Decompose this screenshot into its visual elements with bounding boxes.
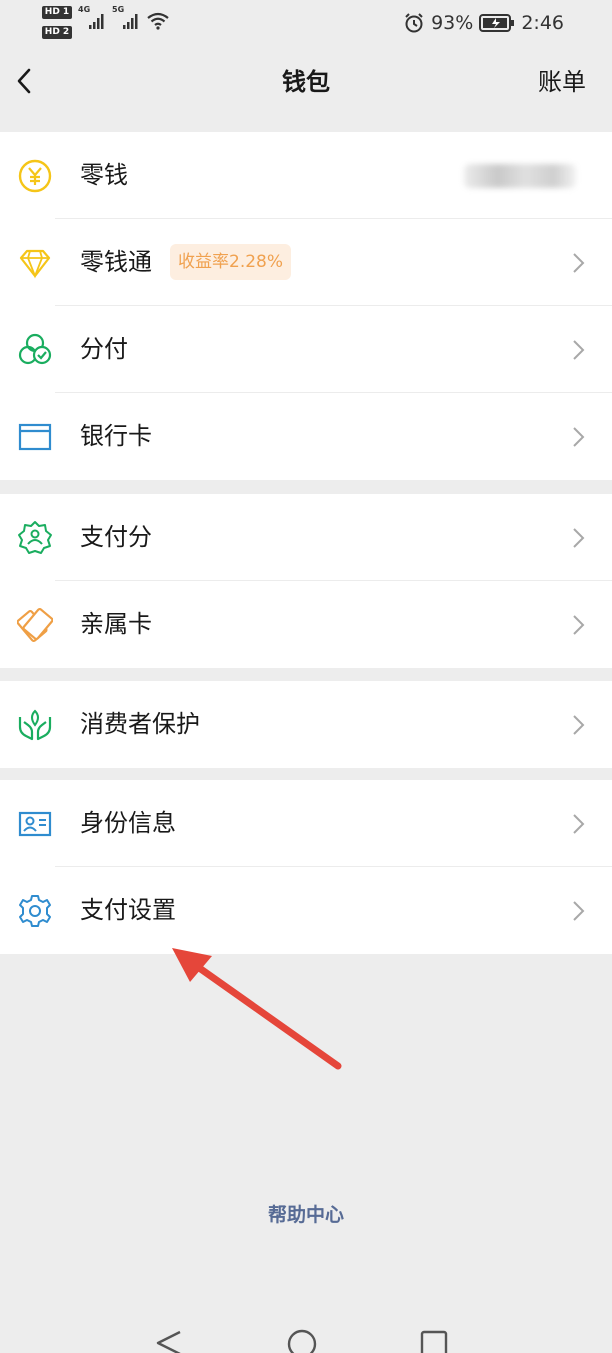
list-item-consumer-protection[interactable]: 消费者保护 bbox=[0, 681, 612, 768]
list-item-family-card[interactable]: 亲属卡 bbox=[0, 581, 612, 668]
nav-home-icon[interactable] bbox=[287, 1329, 317, 1353]
clock: 2:46 bbox=[521, 12, 564, 34]
fenfu-icon bbox=[18, 333, 52, 365]
network-indicators: HD 1 HD 2 4G 5G bbox=[42, 5, 182, 42]
wallet-group-2: 支付分 亲属卡 bbox=[0, 494, 612, 668]
status-right: 93% 2:46 bbox=[403, 10, 564, 36]
hd1-badge: HD 1 bbox=[42, 6, 72, 19]
score-badge-icon bbox=[18, 521, 52, 554]
signal-icon bbox=[89, 14, 104, 29]
chevron-right-icon bbox=[573, 615, 585, 635]
gear-icon bbox=[19, 895, 51, 927]
wallet-group-1: 零钱 零钱通 收益率2.28% 分付 银行卡 bbox=[0, 132, 612, 480]
list-item-label: 零钱通 bbox=[80, 248, 152, 276]
page-title: 钱包 bbox=[282, 68, 330, 96]
bill-button[interactable]: 账单 bbox=[538, 66, 586, 98]
chevron-right-icon bbox=[573, 340, 585, 360]
list-item-bank-card[interactable]: 银行卡 bbox=[0, 393, 612, 480]
chevron-right-icon bbox=[573, 528, 585, 548]
signal-icon bbox=[123, 14, 138, 29]
list-item-lingqiantong[interactable]: 零钱通 收益率2.28% bbox=[0, 219, 612, 306]
list-item-fenfu[interactable]: 分付 bbox=[0, 306, 612, 393]
chevron-right-icon bbox=[573, 814, 585, 834]
wallet-group-3: 消费者保护 bbox=[0, 681, 612, 768]
system-nav-bar bbox=[156, 1329, 448, 1353]
balance-blurred bbox=[464, 164, 576, 188]
status-bar: HD 1 HD 2 4G 5G 93% 2:46 bbox=[0, 0, 612, 48]
chevron-right-icon bbox=[573, 715, 585, 735]
list-item-pay-score[interactable]: 支付分 bbox=[0, 494, 612, 581]
protect-hands-icon bbox=[18, 709, 52, 741]
help-center-link[interactable]: 帮助中心 bbox=[0, 1200, 612, 1230]
yuan-coin-icon bbox=[18, 159, 52, 193]
list-item-change[interactable]: 零钱 bbox=[0, 132, 612, 219]
diamond-icon bbox=[19, 249, 51, 279]
annotation-arrow bbox=[172, 948, 342, 1070]
chevron-right-icon bbox=[573, 427, 585, 447]
list-item-label: 支付分 bbox=[80, 523, 152, 551]
hd2-badge: HD 2 bbox=[42, 26, 72, 39]
alarm-icon bbox=[405, 13, 423, 33]
list-item-label: 消费者保护 bbox=[80, 710, 200, 738]
chevron-right-icon bbox=[573, 253, 585, 273]
family-card-icon bbox=[17, 607, 53, 643]
yield-badge: 收益率2.28% bbox=[170, 244, 292, 280]
bank-card-icon bbox=[18, 423, 52, 451]
nav-back-icon[interactable] bbox=[156, 1330, 181, 1353]
list-item-identity[interactable]: 身份信息 bbox=[0, 780, 612, 867]
list-item-label: 分付 bbox=[80, 335, 128, 363]
list-item-label: 支付设置 bbox=[80, 896, 176, 924]
chevron-right-icon bbox=[573, 901, 585, 921]
battery-percent: 93% bbox=[431, 12, 474, 34]
wallet-group-4: 身份信息 支付设置 bbox=[0, 780, 612, 954]
list-item-label: 亲属卡 bbox=[80, 610, 152, 638]
list-item-label: 身份信息 bbox=[80, 809, 176, 837]
id-card-icon bbox=[18, 811, 52, 837]
nav-recent-icon[interactable] bbox=[420, 1330, 448, 1353]
nav-bar: 钱包 账单 bbox=[0, 48, 612, 132]
wifi-icon bbox=[147, 12, 169, 30]
list-item-label: 零钱 bbox=[80, 161, 128, 189]
list-item-label: 银行卡 bbox=[80, 422, 152, 450]
battery-icon bbox=[479, 14, 515, 32]
